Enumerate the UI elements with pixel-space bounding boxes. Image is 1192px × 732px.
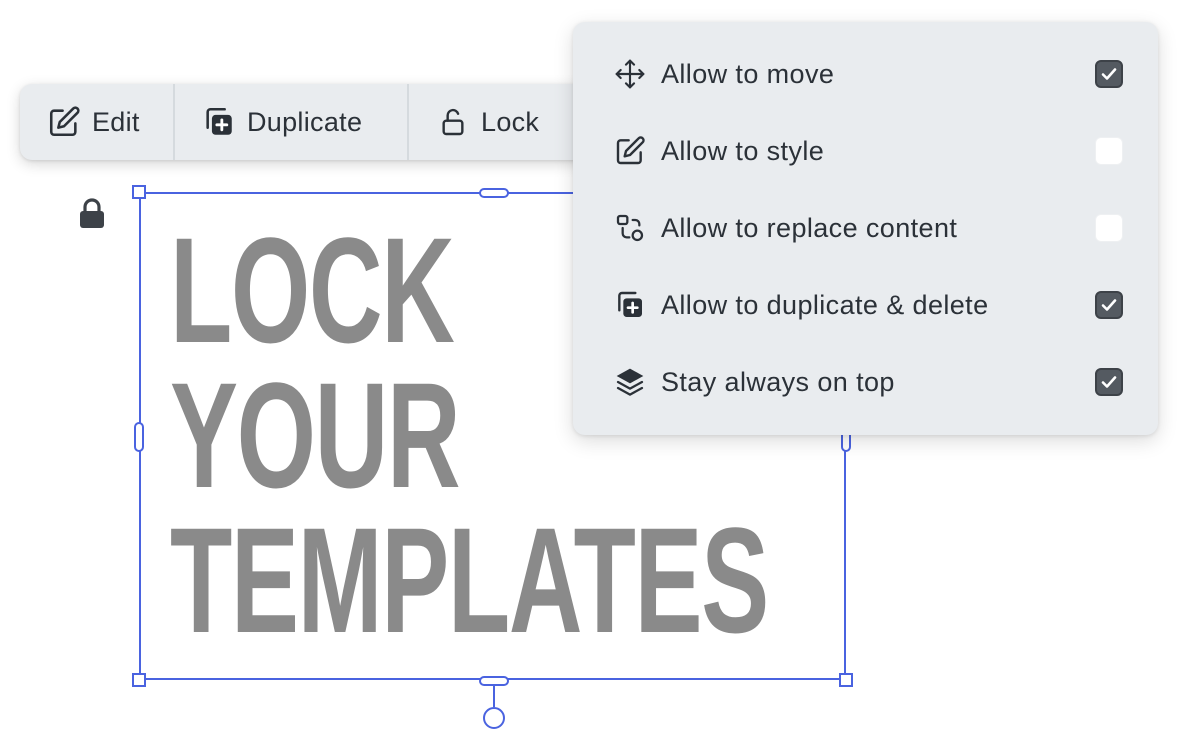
- edit-button[interactable]: Edit: [20, 84, 175, 160]
- resize-handle-top[interactable]: [479, 188, 509, 198]
- option-label: Allow to duplicate & delete: [661, 289, 989, 320]
- checkmark-icon: [1101, 376, 1117, 388]
- rotate-handle-stem: [493, 685, 495, 707]
- checkmark-icon: [1101, 68, 1117, 80]
- checkbox-unchecked[interactable]: [1095, 214, 1123, 242]
- editor-canvas: Edit Duplicate Lock LOCK YOUR TEMPLATES …: [0, 0, 1192, 732]
- headline-line: TEMPLATES: [170, 496, 769, 664]
- checkmark-icon: [1101, 299, 1117, 311]
- option-allow-move[interactable]: Allow to move: [613, 54, 1123, 94]
- checkbox-checked[interactable]: [1095, 368, 1123, 396]
- checkbox-checked[interactable]: [1095, 291, 1123, 319]
- replace-shapes-icon: [613, 211, 647, 245]
- edit-button-label: Edit: [92, 106, 140, 137]
- resize-handle-bottom-left[interactable]: [132, 673, 146, 687]
- resize-handle-top-left[interactable]: [132, 185, 146, 199]
- locked-icon: [78, 198, 106, 230]
- duplicate-icon: [201, 104, 237, 140]
- resize-handle-bottom-right[interactable]: [839, 673, 853, 687]
- lock-button-label: Lock: [481, 106, 540, 137]
- option-allow-replace-content[interactable]: Allow to replace content: [613, 208, 1123, 248]
- duplicate-icon: [613, 288, 647, 322]
- checkbox-unchecked[interactable]: [1095, 137, 1123, 165]
- lock-options-panel: Allow to move Allow to style Allow to re…: [573, 22, 1158, 435]
- layers-icon: [613, 365, 647, 399]
- option-label: Allow to style: [661, 135, 825, 166]
- option-label: Allow to replace content: [661, 212, 958, 243]
- pencil-edit-icon: [46, 104, 82, 140]
- option-allow-duplicate-delete[interactable]: Allow to duplicate & delete: [613, 285, 1123, 325]
- duplicate-button-label: Duplicate: [247, 106, 363, 137]
- duplicate-button[interactable]: Duplicate: [175, 84, 409, 160]
- pencil-edit-icon: [613, 134, 647, 168]
- unlock-icon: [435, 104, 471, 140]
- checkbox-checked[interactable]: [1095, 60, 1123, 88]
- option-allow-style[interactable]: Allow to style: [613, 131, 1123, 171]
- option-stay-on-top[interactable]: Stay always on top: [613, 362, 1123, 402]
- rotate-handle[interactable]: [483, 707, 505, 729]
- option-label: Allow to move: [661, 58, 835, 89]
- element-toolbar: Edit Duplicate Lock: [20, 84, 620, 160]
- move-arrows-icon: [613, 57, 647, 91]
- option-label: Stay always on top: [661, 366, 895, 397]
- resize-handle-left[interactable]: [134, 422, 144, 452]
